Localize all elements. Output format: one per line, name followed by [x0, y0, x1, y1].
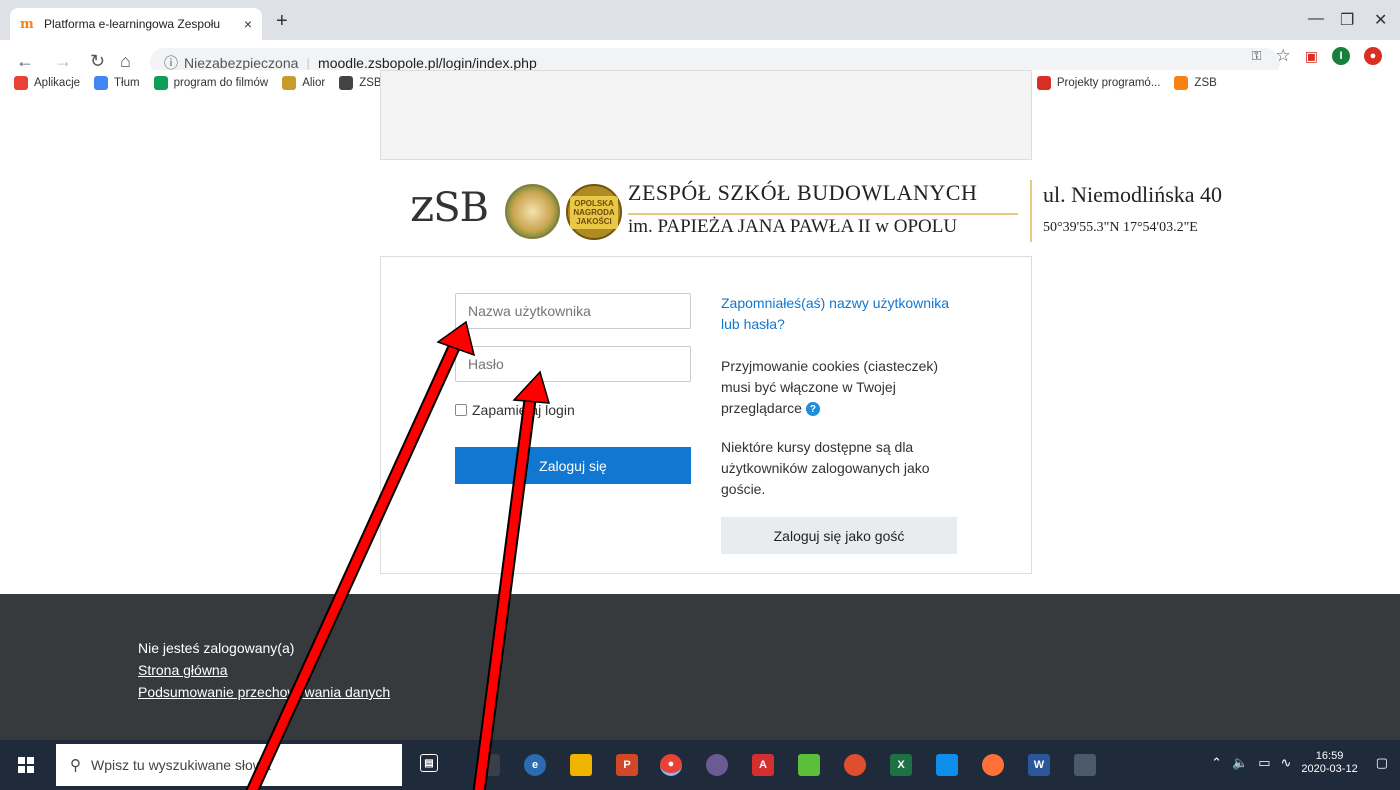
bookmark-star-icon[interactable]: ☆: [1276, 46, 1291, 66]
toolbar-actions: ⚿ ☆ ▣ I ●: [1252, 46, 1382, 66]
login-status: Nie jesteś zalogowany(a): [138, 640, 295, 656]
home-link[interactable]: Strona główna: [138, 662, 228, 678]
moodle-icon: [1174, 76, 1189, 90]
taskbar-search[interactable]: ⚲ Wpisz tu wyszukiwane słowa: [56, 744, 402, 786]
bookmark-item[interactable]: program do filmów: [153, 76, 269, 90]
extension-icon[interactable]: ▣: [1305, 48, 1318, 65]
divider: |: [306, 54, 311, 71]
forward-icon[interactable]: →: [54, 51, 72, 72]
word-icon[interactable]: W: [1028, 754, 1050, 776]
key-icon[interactable]: ⚿: [1252, 48, 1262, 64]
powerpoint-icon[interactable]: P: [616, 754, 638, 776]
new-tab-button[interactable]: +: [276, 10, 288, 33]
app-icon[interactable]: [1074, 754, 1096, 776]
paint-icon[interactable]: [706, 754, 728, 776]
forgot-credentials-link[interactable]: Zapomniałeś(aś) nazwy użytkownika lub ha…: [721, 293, 961, 335]
browser-tab[interactable]: m Platforma e-learningowa Zespołu ×: [10, 8, 262, 40]
login-button[interactable]: Zaloguj się: [455, 447, 691, 484]
close-window-icon[interactable]: ✕: [1374, 10, 1387, 30]
apps-grid-icon: [14, 76, 28, 90]
globe-icon: [339, 76, 354, 90]
remember-login[interactable]: Zapamiętaj login: [455, 402, 575, 418]
bookmark-label: Tłum: [114, 77, 140, 89]
bookmark-label: Aplikacje: [34, 77, 81, 89]
guest-login-button[interactable]: Zaloguj się jako gość: [721, 517, 957, 554]
file-explorer-icon[interactable]: [570, 754, 592, 776]
app-icon[interactable]: [798, 754, 820, 776]
clock[interactable]: 16:59 2020-03-12: [1301, 750, 1357, 776]
reload-icon[interactable]: ↻: [90, 51, 105, 72]
windows-taskbar: ⚲ Wpisz tu wyszukiwane słowa ▤ e P ● A X…: [0, 740, 1400, 790]
data-retention-link[interactable]: Podsumowanie przechowywania danych: [138, 684, 390, 700]
bookmark-item[interactable]: Aplikacje: [14, 76, 80, 90]
excel-icon[interactable]: X: [890, 754, 912, 776]
bookmark-item[interactable]: Alior: [282, 76, 325, 90]
search-placeholder: Wpisz tu wyszukiwane słowa: [91, 757, 271, 773]
ccleaner-icon[interactable]: [844, 754, 866, 776]
moodle-icon: m: [20, 16, 34, 32]
search-icon: ⚲: [70, 757, 81, 774]
bookmark-item[interactable]: ZSB: [1174, 76, 1217, 90]
header-box: [380, 70, 1032, 160]
record-icon: [1036, 76, 1051, 90]
school-address: ul. Niemodlińska 40: [1043, 182, 1223, 207]
profile-avatar[interactable]: I: [1332, 47, 1350, 65]
bookmark-label: program do filmów: [173, 77, 269, 89]
home-icon[interactable]: ⌂: [120, 51, 131, 72]
username-input[interactable]: [455, 293, 691, 329]
chrome-icon[interactable]: ●: [660, 754, 682, 776]
minimize-icon[interactable]: —: [1308, 10, 1324, 28]
divider: [1030, 180, 1032, 242]
quality-award-seal: OPOLSKA NAGRODA JAKOŚCI: [566, 184, 622, 240]
cookies-text: Przyjmowanie cookies (ciasteczek) musi b…: [721, 358, 939, 416]
school-coordinates: 50°39'55.3"N 17°54'03.2"E: [1043, 220, 1198, 235]
security-label: Niezabezpieczona: [184, 54, 299, 71]
chevron-up-icon[interactable]: ⌃: [1211, 755, 1222, 771]
close-tab-icon[interactable]: ×: [244, 16, 252, 32]
bookmark-label: Projekty programó...: [1056, 77, 1161, 89]
divider: [628, 213, 1018, 215]
volume-icon[interactable]: 🔈: [1232, 755, 1248, 771]
bookmark-label: Alior: [302, 77, 326, 89]
password-input[interactable]: [455, 346, 691, 382]
taskbar-app-icon[interactable]: [478, 754, 500, 776]
network-icon[interactable]: ▭: [1258, 755, 1270, 771]
ie-icon[interactable]: e: [524, 754, 546, 776]
alior-icon: [282, 76, 297, 90]
acrobat-icon[interactable]: A: [752, 754, 774, 776]
wifi-icon[interactable]: ∿: [1281, 755, 1292, 771]
remember-checkbox[interactable]: [455, 404, 467, 416]
teamviewer-icon[interactable]: [936, 754, 958, 776]
notifications-icon[interactable]: ▢: [1376, 755, 1388, 771]
school-name: ZESPÓŁ SZKÓŁ BUDOWLANYCH: [628, 180, 978, 205]
url-text[interactable]: moodle.zsbopole.pl/login/index.php: [318, 55, 537, 71]
back-icon[interactable]: ←: [16, 51, 34, 72]
remember-label: Zapamiętaj login: [472, 402, 575, 418]
bookmark-item[interactable]: Tłum: [94, 76, 140, 90]
cookies-notice: Przyjmowanie cookies (ciasteczek) musi b…: [721, 356, 961, 419]
clock-date: 2020-03-12: [1301, 763, 1358, 775]
firefox-icon[interactable]: [982, 754, 1004, 776]
update-icon[interactable]: ●: [1364, 47, 1382, 65]
drive-icon: [153, 76, 168, 90]
maximize-icon[interactable]: ❐: [1340, 10, 1354, 30]
school-logo: zSB: [410, 178, 489, 232]
tab-title: Platforma e-learningowa Zespołu: [44, 17, 221, 31]
guest-info: Niektóre kursy dostępne są dla użytkowni…: [721, 439, 930, 497]
page-footer: Nie jesteś zalogowany(a) Strona główna P…: [0, 594, 1400, 740]
patron-seal: [505, 184, 560, 239]
system-tray: ⌃ 🔈 ▭ ∿ 16:59 2020-03-12 ▢: [1211, 750, 1388, 776]
translate-icon: [94, 76, 109, 90]
tab-strip: m Platforma e-learningowa Zespołu × + — …: [0, 0, 1400, 40]
clock-time: 16:59: [1315, 750, 1344, 762]
bookmark-label: ZSB: [1194, 77, 1217, 89]
bookmark-item[interactable]: Projekty programó...: [1036, 76, 1161, 90]
school-subtitle: im. PAPIEŻA JANA PAWŁA II w OPOLU: [628, 216, 958, 237]
windows-start-icon[interactable]: [18, 757, 34, 773]
task-view-icon[interactable]: ▤: [420, 754, 438, 772]
help-icon[interactable]: ?: [805, 402, 820, 417]
